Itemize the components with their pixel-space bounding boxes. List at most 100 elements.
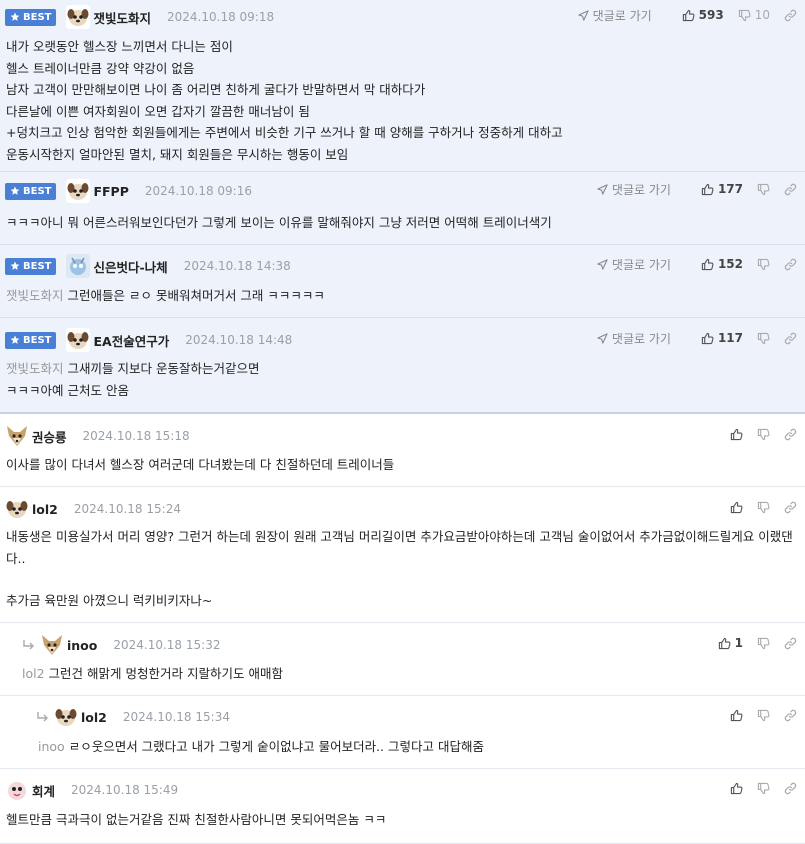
author-name[interactable]: 권승룡 [32, 427, 67, 446]
reply-comment: inoo 2024.10.18 15:32 1 lol2 그런건 해맑게 멍청한거라 지… [0, 623, 805, 696]
go-to-comment-link[interactable]: 댓글로 가기 [578, 7, 652, 24]
like-button[interactable] [730, 501, 743, 514]
like-button[interactable]: 117 [701, 331, 743, 345]
mention-name[interactable]: 잿빛도화지 [6, 288, 64, 303]
comment-date: 2024.10.18 15:18 [82, 429, 190, 443]
dog-avatar[interactable] [66, 179, 91, 203]
share-link-button[interactable] [784, 709, 797, 722]
dog-avatar[interactable] [54, 705, 78, 729]
best-badge: BEST [5, 257, 57, 275]
comment-text: 그런건 해맑게 멍청한거라 지랄하기도 애매함 [48, 666, 283, 681]
author-name[interactable]: EA전술연구가 [93, 331, 169, 350]
comment-text: 다른날에 이쁜 여자회원이 오면 갑자기 깔끔한 매너남이 됨 [6, 103, 310, 119]
like-button[interactable] [730, 782, 743, 795]
dog-avatar[interactable] [66, 5, 91, 29]
author-name[interactable]: lol2 [32, 502, 58, 517]
dislike-button[interactable] [757, 709, 770, 722]
comment-line: 잿빛도화지 그런애들은 ㄹㅇ 못배워쳐머거서 그래 ㅋㅋㅋㅋㅋ [6, 285, 797, 307]
go-to-comment-label: 댓글로 가기 [611, 182, 671, 197]
thumbs-up-icon [730, 501, 743, 514]
share-link-button[interactable] [784, 332, 797, 345]
robot-avatar[interactable] [66, 254, 91, 278]
dislike-button[interactable] [757, 428, 770, 441]
share-link-button[interactable] [784, 637, 797, 650]
go-to-comment-link[interactable]: 댓글로 가기 [597, 181, 671, 198]
author-name[interactable]: FFPP [93, 184, 128, 199]
reply-arrow-icon [36, 711, 50, 723]
comment-line: 남자 고객이 만만해보이면 나이 좀 어리면 친하게 굴다가 반말하면서 막 대… [6, 79, 797, 101]
comment-line: 이사를 많이 다녀서 헬스장 여러군데 다녀봤는데 다 친절하던데 트레이너들 [6, 454, 797, 476]
like-button[interactable]: 1 [718, 636, 743, 650]
fox-avatar[interactable] [5, 424, 29, 448]
reply-arrow-icon [22, 639, 36, 651]
mention-name[interactable]: inoo [38, 739, 65, 754]
dog-avatar[interactable] [66, 328, 91, 352]
comment-text: 이사를 많이 다녀서 헬스장 여러군데 다녀봤는데 다 친절하던데 트레이너들 [6, 457, 395, 472]
dislike-button[interactable] [757, 258, 770, 271]
comment-text: ㄹㅇ웃으면서 그랬다고 내가 그렇게 숱이없냐고 물어보더라.. 그렇다고 대답… [68, 739, 484, 754]
mention-name[interactable]: lol2 [22, 666, 45, 681]
comment-list: BEST 잿빛도화지 2024.10.18 09:18 댓글로 가기 593 10 내가 오… [0, 0, 805, 844]
comment-line: 추가금 육만원 아꼈으니 럭키비키자나~ [6, 590, 797, 612]
dog-avatar[interactable] [5, 497, 29, 521]
best-comment: BEST 잿빛도화지 2024.10.18 09:18 댓글로 가기 593 10 내가 오… [0, 0, 805, 172]
go-to-comment-link[interactable]: 댓글로 가기 [597, 256, 671, 273]
share-link-button[interactable] [784, 782, 797, 795]
comment-text: 헬스 트레이너만큼 강약 약강이 없음 [6, 60, 195, 76]
author-name[interactable]: 잿빛도화지 [93, 8, 151, 27]
comment-actions: 댓글로 가기 593 10 [578, 5, 797, 25]
comment-line: ㅋㅋㅋ아예 근처도 안옴 [6, 380, 797, 402]
link-icon [784, 637, 797, 650]
comment-text: +덩치크고 인상 험악한 회원들에게는 주변에서 비슷한 기구 쓰거나 할 때 … [6, 125, 563, 140]
mention-name[interactable]: 잿빛도화지 [6, 361, 64, 376]
author-name[interactable]: 회계 [32, 781, 55, 800]
comment-line: 잿빛도화지 그새끼들 지보다 운동잘하는거같으면 [6, 358, 797, 380]
share-link-button[interactable] [784, 428, 797, 441]
share-link-button[interactable] [784, 258, 797, 271]
thumbs-down-icon [757, 501, 770, 514]
like-count: 152 [717, 257, 743, 271]
reply-comment: lol2 2024.10.18 15:34 inoo ㄹㅇ웃으면서 그랬다고 내가 그… [0, 696, 805, 769]
star-icon [10, 261, 23, 271]
best-label: BEST [23, 185, 52, 197]
like-button[interactable] [730, 428, 743, 441]
comment-body: ㅋㅋㅋ아니 뭐 어른스러워보인다던가 그렇게 보이는 이유를 말해줘야지 그냥 … [6, 212, 805, 234]
comment-date: 2024.10.18 15:24 [73, 502, 181, 516]
author-name[interactable]: inoo [67, 638, 97, 653]
fox-avatar[interactable] [40, 633, 64, 657]
author-name[interactable]: 신은벗다-나체 [93, 257, 167, 276]
pink-avatar[interactable] [5, 778, 29, 802]
comment-date: 2024.10.18 15:34 [122, 710, 230, 724]
like-button[interactable]: 152 [701, 257, 743, 271]
comment-text: 내가 오랫동안 헬스장 느끼면서 다니는 점이 [6, 39, 233, 54]
comment-actions: 댓글로 가기 152 [597, 254, 797, 274]
dislike-button[interactable]: 10 [738, 8, 770, 22]
thumbs-up-icon [701, 332, 714, 345]
best-badge: BEST [5, 8, 57, 26]
dislike-button[interactable] [757, 501, 770, 514]
author-name[interactable]: lol2 [81, 710, 107, 725]
comment-line: inoo ㄹㅇ웃으면서 그랬다고 내가 그렇게 숱이없냐고 물어보더라.. 그렇다… [38, 736, 797, 758]
share-link-button[interactable] [784, 9, 797, 22]
comment-actions: 댓글로 가기 177 [597, 179, 797, 199]
comment-header: lol2 2024.10.18 15:24 [5, 497, 805, 521]
share-link-button[interactable] [784, 183, 797, 196]
like-button[interactable] [730, 709, 743, 722]
comment-text: 남자 고객이 만만해보이면 나이 좀 어리면 친하게 굴다가 반말하면서 막 대… [6, 82, 426, 97]
thumbs-down-icon [757, 782, 770, 795]
thumbs-up-icon [718, 637, 731, 650]
comment: lol2 2024.10.18 15:24 내동생은 미용실가서 머리 영양? 그런… [0, 487, 805, 623]
go-to-comment-link[interactable]: 댓글로 가기 [597, 330, 671, 347]
dislike-button[interactable] [757, 782, 770, 795]
best-label: BEST [23, 11, 52, 23]
comment-body: inoo ㄹㅇ웃으면서 그랬다고 내가 그렇게 숱이없냐고 물어보더라.. 그렇다… [38, 736, 805, 758]
like-button[interactable]: 593 [682, 8, 724, 22]
dislike-button[interactable] [757, 332, 770, 345]
thumbs-up-icon [730, 782, 743, 795]
comment-text: ㅋㅋㅋ아니 뭐 어른스러워보인다던가 그렇게 보이는 이유를 말해줘야지 그냥 … [6, 215, 552, 230]
share-link-button[interactable] [784, 501, 797, 514]
like-button[interactable]: 177 [701, 182, 743, 196]
dislike-button[interactable] [757, 183, 770, 196]
dislike-button[interactable] [757, 637, 770, 650]
comment-date: 2024.10.18 14:38 [183, 259, 291, 273]
